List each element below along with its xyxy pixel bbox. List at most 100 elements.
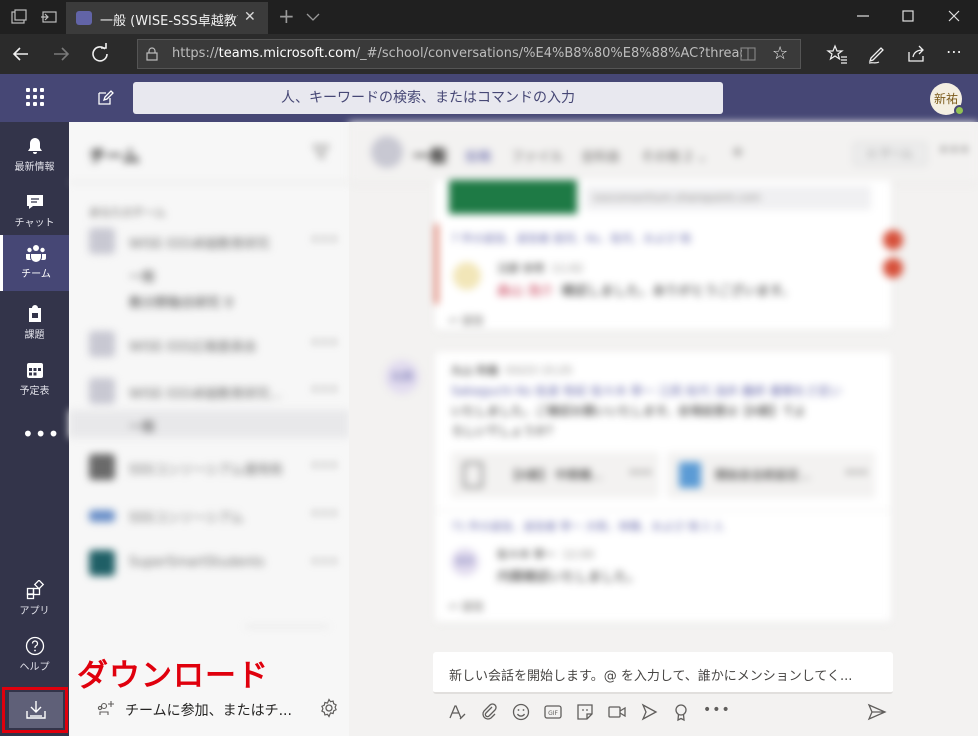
svg-text:GIF: GIF xyxy=(548,710,558,717)
user-avatar[interactable]: 新祐 xyxy=(930,83,965,116)
rail-item-assignments[interactable]: 課題 xyxy=(0,296,69,350)
team-button[interactable]: ⊙ チーム xyxy=(853,142,927,166)
team-more-icon[interactable]: ••• xyxy=(311,554,339,570)
tab-actions-icon[interactable] xyxy=(10,8,28,26)
team-more-icon[interactable]: ••• xyxy=(311,335,339,351)
refresh-icon[interactable] xyxy=(89,43,111,65)
rail-item-apps[interactable]: アプリ xyxy=(0,572,69,626)
presence-available-icon xyxy=(954,105,965,116)
browser-menu-icon[interactable]: ⋯ xyxy=(946,42,963,61)
reply-avatar[interactable] xyxy=(453,262,481,290)
gear-icon[interactable] xyxy=(319,698,339,718)
praise-icon[interactable] xyxy=(671,702,691,722)
download-app-button[interactable] xyxy=(9,692,63,728)
rail-item-activity[interactable]: 最新情報 xyxy=(0,128,69,182)
team-item[interactable]: WISE-SSS広報委員会 ••• xyxy=(69,325,349,365)
stream-icon[interactable] xyxy=(639,702,659,722)
tab-preview-chevron-icon[interactable] xyxy=(306,12,320,22)
meet-now-icon[interactable] xyxy=(607,702,627,722)
pen-notes-icon[interactable] xyxy=(866,43,888,65)
rail-item-calendar[interactable]: 予定表 xyxy=(0,352,69,406)
team-more-icon[interactable]: ••• xyxy=(311,506,339,522)
compose-input[interactable]: 新しい会話を開始します。@ を入力して、誰かにメンションしてく... xyxy=(449,665,885,684)
address-bar[interactable]: https://teams.microsoft.com/_#/school/co… xyxy=(137,39,801,69)
minimize-icon[interactable] xyxy=(855,8,871,24)
help-icon xyxy=(25,636,44,656)
tab-more[interactable]: その他 2 ⌄ xyxy=(641,146,707,165)
tab-custom[interactable]: 全科会 xyxy=(581,146,620,165)
team-item[interactable]: SuperSmartStudents ••• xyxy=(69,544,349,584)
favorites-icon[interactable] xyxy=(826,43,848,65)
team-more-icon[interactable]: ••• xyxy=(311,382,339,398)
attachment-more-icon[interactable]: ••• xyxy=(629,466,652,481)
thread-divider xyxy=(435,510,891,511)
format-icon[interactable] xyxy=(447,702,467,722)
favorite-star-icon[interactable]: ☆ xyxy=(772,43,788,64)
reply-avatar[interactable]: 佐衣 xyxy=(451,548,479,576)
lock-icon[interactable] xyxy=(146,47,158,61)
channel-more-icon[interactable]: ••• xyxy=(939,140,970,159)
attachment-card[interactable]: 開始会全統設定... ••• xyxy=(667,452,875,498)
team-item[interactable]: WISE-SSS卓越教育研究... ••• xyxy=(69,372,349,412)
attachment-more-icon[interactable]: ••• xyxy=(845,466,868,481)
team-item[interactable]: WISE-SSS卓越教育研究 ••• xyxy=(69,222,349,262)
maximize-icon[interactable] xyxy=(900,8,916,24)
rail-more-apps-icon[interactable]: ••• xyxy=(22,422,60,446)
rail-label-assignments: 課題 xyxy=(24,330,45,341)
search-input[interactable]: 人、キーワードの検索、またはコマンドの入力 xyxy=(133,82,723,114)
join-or-create-team-link[interactable]: チームに参加、またはチ... xyxy=(125,700,292,720)
rail-item-help[interactable]: ヘルプ xyxy=(0,628,69,682)
team-avatar xyxy=(89,454,115,480)
conversation-area: 一般 投稿 ファイル 全科会 その他 2 ⌄ + ⊙ チーム ••• sssco… xyxy=(349,122,978,736)
reply-author-line: 佐々木 宰一 12:00 xyxy=(497,546,594,562)
team-item[interactable]: SSSコンソーシアム運用局 ••• xyxy=(69,448,349,488)
send-icon[interactable] xyxy=(867,702,887,722)
app-launcher-icon[interactable] xyxy=(26,88,46,108)
browser-nav-bar: https://teams.microsoft.com/_#/school/co… xyxy=(0,34,978,74)
share-icon[interactable] xyxy=(905,43,927,65)
gif-icon[interactable]: GIF xyxy=(543,702,563,722)
message-author-avatar[interactable]: 丸岡 xyxy=(385,360,419,394)
team-item[interactable]: SSSコンソーシアム ••• xyxy=(69,496,349,536)
reply-time: 11:02 xyxy=(551,262,584,275)
video-file-icon xyxy=(679,462,701,488)
rail-item-chat[interactable]: チャット xyxy=(0,184,69,238)
emoji-icon[interactable] xyxy=(511,702,531,722)
set-tabs-aside-icon[interactable] xyxy=(40,8,58,26)
reply-button[interactable]: ↩ 返信 xyxy=(449,312,484,328)
add-tab-button[interactable]: + xyxy=(731,142,744,161)
tab-files[interactable]: ファイル xyxy=(511,146,563,165)
reaction-icon[interactable] xyxy=(883,230,903,250)
rail-item-teams[interactable]: チーム xyxy=(0,235,69,291)
thread-replies-summary[interactable]: 7 件の返信、返信者 田河、Ko、佐代、および 他 xyxy=(451,230,691,246)
attachment-card[interactable]: 【A案】 中期構... ••• xyxy=(451,452,659,498)
sticker-icon[interactable] xyxy=(575,702,595,722)
back-icon[interactable] xyxy=(10,43,32,65)
channel-item-selected[interactable]: 一般 xyxy=(69,410,349,438)
rail-label-activity: 最新情報 xyxy=(14,162,55,173)
filter-icon[interactable] xyxy=(313,144,329,160)
attach-icon[interactable] xyxy=(479,702,499,722)
reading-view-icon[interactable] xyxy=(740,47,756,61)
compose-box[interactable]: 新しい会話を開始します。@ を入力して、誰かにメンションしてく... xyxy=(433,652,893,694)
channel-item[interactable]: 教分野融合研究 ⚲ xyxy=(129,292,234,311)
browser-tab-active[interactable]: 一般 (WISE-SSS卓越教育 ✕ xyxy=(66,2,268,34)
compose-more-icon[interactable]: ••• xyxy=(703,702,731,718)
team-avatar xyxy=(89,550,115,576)
channel-item[interactable]: 一般 xyxy=(129,266,155,285)
tab-posts[interactable]: 投稿 xyxy=(465,146,491,165)
forward-icon[interactable] xyxy=(50,43,72,65)
reply-button[interactable]: ↩ 返信 xyxy=(449,598,484,614)
url-text[interactable]: https://teams.microsoft.com/_#/school/co… xyxy=(172,46,742,61)
new-tab-icon[interactable]: + xyxy=(278,4,295,28)
thread-replies-summary[interactable]: 71 件の返信、返信者 宰一 大和、林雅、および 他 2 人 xyxy=(451,518,724,534)
new-chat-compose-icon[interactable] xyxy=(96,89,114,107)
link-preview[interactable]: sssconsortium.sharepoint.com xyxy=(585,186,871,210)
window-close-icon[interactable] xyxy=(946,8,962,24)
tab-close-icon[interactable]: ✕ xyxy=(244,9,256,25)
team-more-icon[interactable]: ••• xyxy=(311,232,339,248)
reaction-icon[interactable] xyxy=(883,258,903,278)
join-team-icon[interactable] xyxy=(97,700,115,718)
reply-mention[interactable]: 森山 浩介 xyxy=(497,284,553,299)
team-more-icon[interactable]: ••• xyxy=(311,458,339,474)
